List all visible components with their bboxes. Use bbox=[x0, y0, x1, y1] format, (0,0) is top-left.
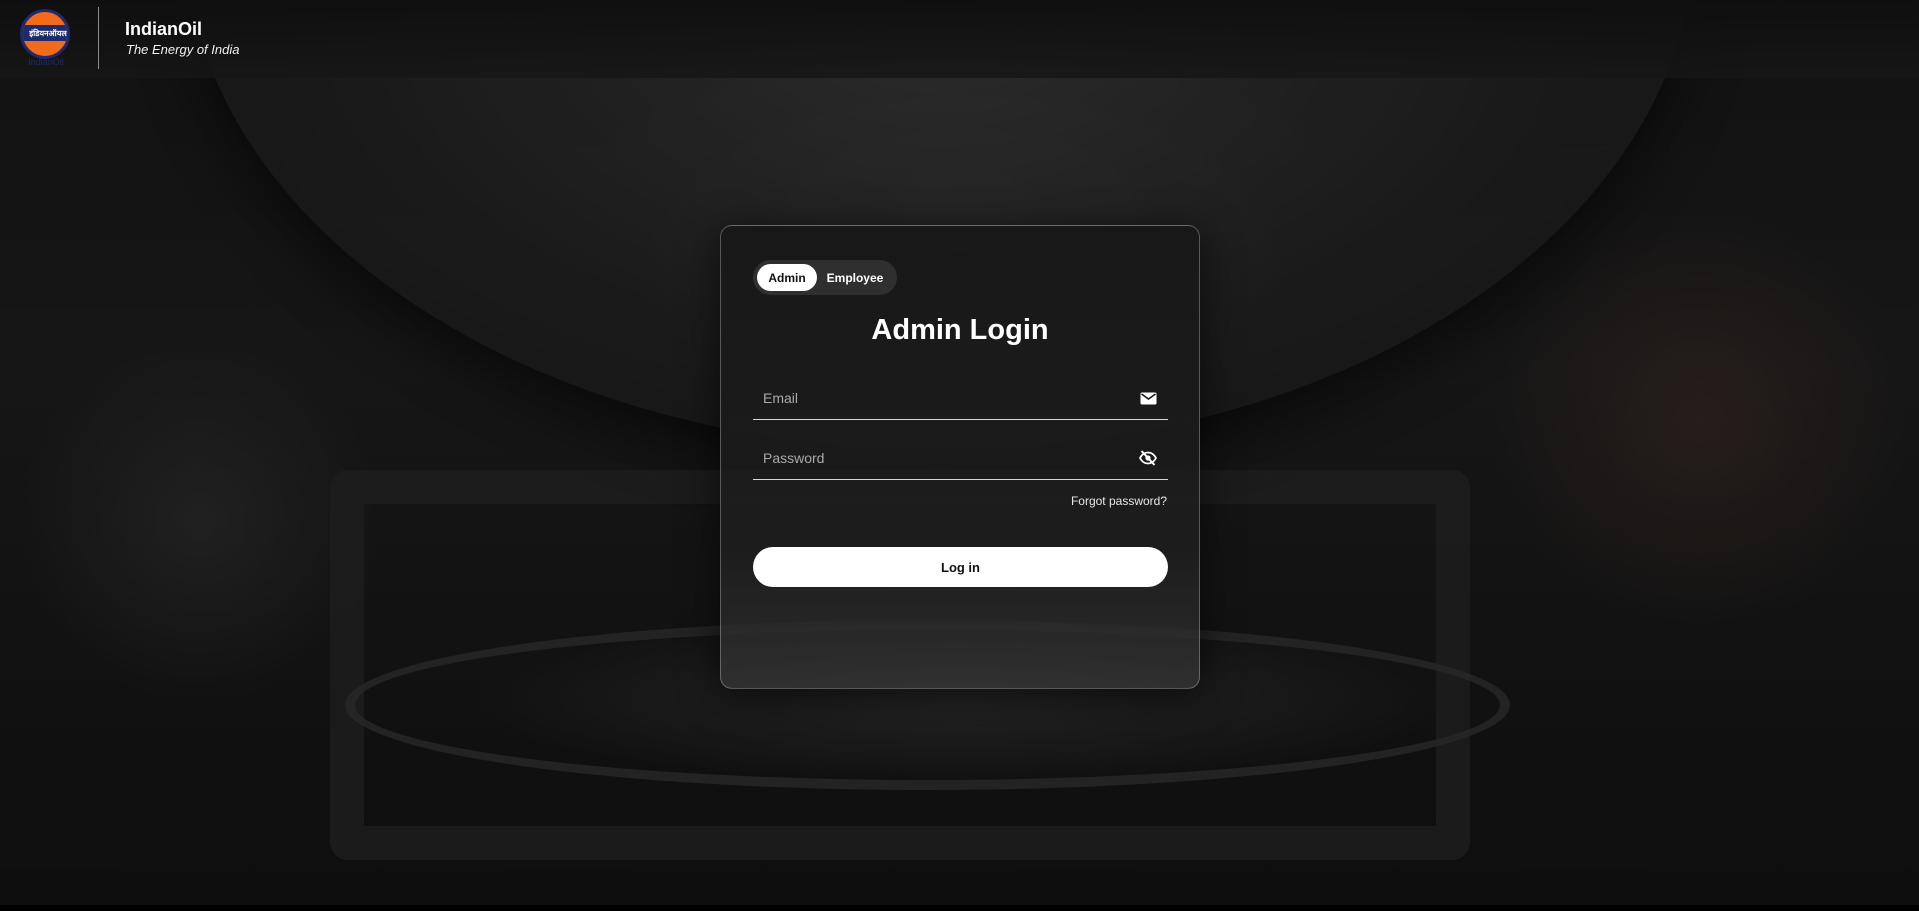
login-card: Admin Employee Admin Login Email Forgot … bbox=[720, 225, 1200, 689]
login-title: Admin Login bbox=[871, 314, 1049, 346]
password-input[interactable] bbox=[753, 436, 1113, 479]
brand-tagline: The Energy of India bbox=[126, 42, 240, 57]
header-divider bbox=[98, 7, 99, 69]
mail-icon bbox=[1138, 388, 1158, 408]
logo-band-text: इंडियनऑयल bbox=[23, 25, 67, 41]
indianoil-logo: इंडियनऑयल bbox=[20, 9, 70, 59]
background-bottom-strip bbox=[0, 905, 1919, 911]
tab-employee[interactable]: Employee bbox=[817, 264, 893, 291]
email-field bbox=[753, 376, 1168, 420]
logo-caption: IndianOil bbox=[28, 57, 64, 67]
tab-admin[interactable]: Admin bbox=[757, 264, 817, 291]
role-toggle: Admin Employee bbox=[753, 260, 897, 295]
login-button[interactable]: Log in bbox=[753, 547, 1168, 587]
top-header: इंडियनऑयल IndianOil IndianOil The Energy… bbox=[0, 0, 1919, 78]
brand-name: IndianOil bbox=[125, 19, 203, 39]
forgot-password-link[interactable]: Forgot password? bbox=[1071, 494, 1167, 508]
password-field bbox=[753, 436, 1168, 480]
login-page: इंडियनऑयल IndianOil IndianOil The Energy… bbox=[0, 0, 1919, 911]
email-input[interactable] bbox=[753, 376, 1113, 419]
eye-off-icon[interactable] bbox=[1138, 448, 1158, 468]
